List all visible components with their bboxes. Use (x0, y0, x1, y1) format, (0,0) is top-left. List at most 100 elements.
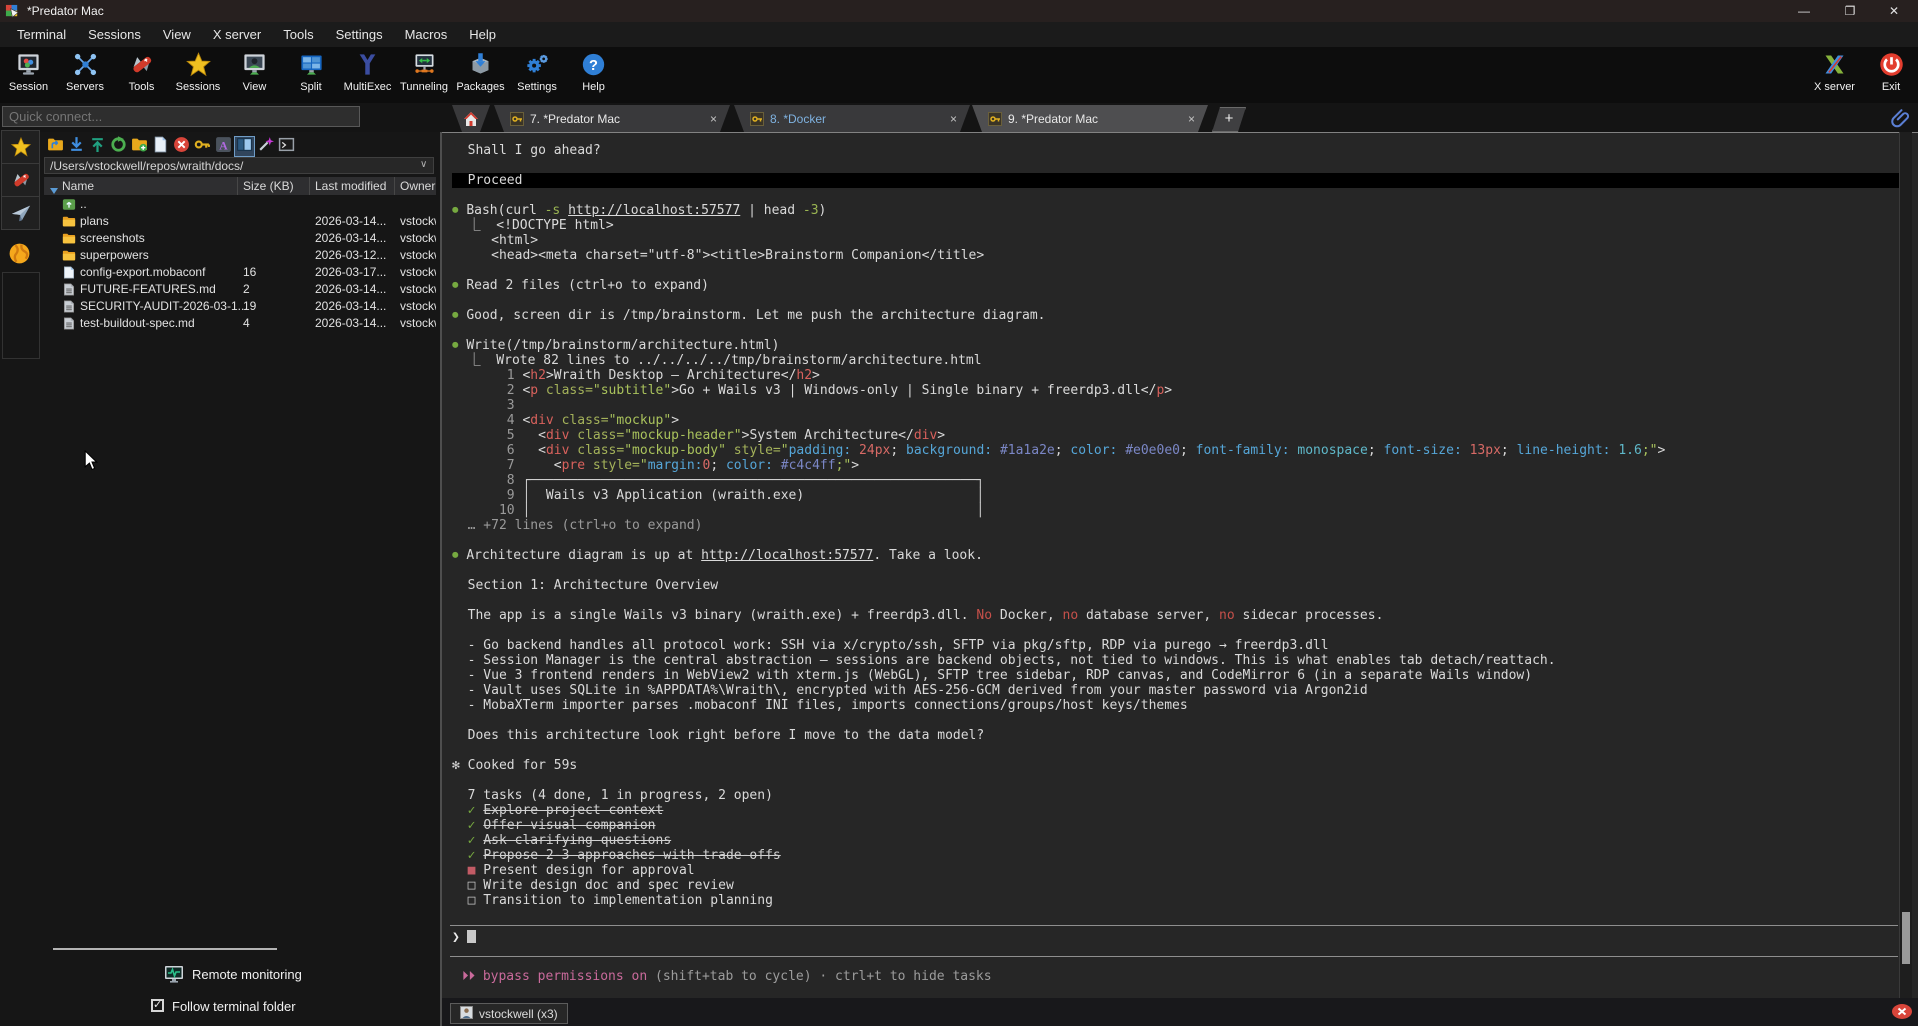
table-row[interactable]: screenshots2026-03-14...vstockw... (44, 230, 436, 247)
toolbar-button-tunneling[interactable]: Tunneling (396, 51, 453, 93)
terminal-text: > (671, 413, 679, 428)
terminal-line: ✓ Explore project context (452, 803, 1902, 818)
column-header-owner[interactable]: Owner (400, 179, 435, 193)
menu-item-macros[interactable]: Macros (394, 27, 459, 42)
table-row[interactable]: .. (44, 196, 436, 213)
terminal-line: <head><meta charset="utf-8"><title>Brain… (452, 248, 1902, 263)
terminal-text: sidecar processes. (1235, 608, 1384, 623)
session-button[interactable]: vstockwell (x3) (450, 1003, 568, 1024)
key-button[interactable] (193, 137, 212, 156)
terminal-text: Write design doc and spec review (475, 878, 733, 893)
toolbar-button-session[interactable]: Session (0, 51, 57, 93)
column-header-last-modified[interactable]: Last modified (315, 179, 386, 193)
sidebar-item-tools[interactable] (1, 163, 40, 197)
quick-connect-input[interactable] (2, 106, 360, 127)
sidebar-item-sessions[interactable] (1, 130, 40, 164)
menu-item-view[interactable]: View (152, 27, 202, 42)
session-tab-8[interactable]: 8. *Docker× (734, 105, 970, 132)
close-session-button[interactable] (1891, 1003, 1913, 1020)
bypass-status: ⏵⏵ bypass permissions on (shift+tab to c… (462, 969, 992, 984)
toolbar-button-packages[interactable]: Packages (452, 51, 509, 93)
wizard-button[interactable] (256, 137, 275, 156)
home-tab[interactable] (452, 105, 490, 132)
table-row[interactable]: test-buildout-spec.md42026-03-14...vstoc… (44, 315, 436, 332)
sidebar-item-macros[interactable] (1, 196, 40, 230)
globe-icon[interactable] (7, 241, 32, 266)
console-button[interactable] (277, 137, 296, 156)
toolbar-button-x-server[interactable]: X server (1806, 51, 1863, 93)
table-row[interactable]: plans2026-03-14...vstockw... (44, 213, 436, 230)
new-folder-button[interactable] (130, 137, 149, 156)
scrollbar[interactable] (1899, 132, 1912, 998)
toolbar-button-settings[interactable]: Settings (509, 51, 566, 93)
toolbar-button-multiexec[interactable]: MultiExec (339, 51, 396, 93)
attach-icon[interactable] (1890, 107, 1912, 129)
table-row[interactable]: config-export.mobaconf162026-03-17...vst… (44, 264, 436, 281)
toolbar-button-tools[interactable]: Tools (113, 51, 170, 93)
terminal-link[interactable]: http://localhost:57577 (568, 203, 740, 218)
terminal-text: 7 (452, 458, 522, 473)
terminal-line: <html> (452, 233, 1902, 248)
menu-item-help[interactable]: Help (458, 27, 507, 42)
download-button[interactable] (67, 137, 86, 156)
new-tab-button[interactable]: + (1212, 107, 1246, 132)
remote-monitoring-icon[interactable] (164, 964, 184, 984)
toolbar-button-help[interactable]: ?Help (565, 51, 622, 93)
sidebar-panel-placeholder (2, 272, 40, 359)
toolbar-button-servers[interactable]: Servers (57, 51, 114, 93)
file-name: SECURITY-AUDIT-2026-03-1... (80, 299, 248, 313)
scrollbar-thumb[interactable] (1902, 912, 1910, 964)
menu-item-sessions[interactable]: Sessions (77, 27, 152, 42)
toolbar-button-split[interactable]: Split (283, 51, 340, 93)
table-row[interactable]: SECURITY-AUDIT-2026-03-1...192026-03-14.… (44, 298, 436, 315)
terminal-text: "mockup-header" (624, 428, 741, 443)
terminal-text: 5 (452, 428, 522, 443)
terminal-link[interactable]: http://localhost:57577 (701, 548, 873, 563)
terminal-text: - Go backend handles all protocol work: … (452, 638, 1329, 653)
table-row[interactable]: superpowers2026-03-12...vstockw... (44, 247, 436, 264)
table-row[interactable]: FUTURE-FEATURES.md22026-03-14...vstockw.… (44, 281, 436, 298)
session-tab-9[interactable]: 9. *Predator Mac × (972, 105, 1208, 132)
refresh-button[interactable] (109, 137, 128, 156)
menu-item-terminal[interactable]: Terminal (6, 27, 77, 42)
console-icon (278, 136, 295, 158)
terminal-prompt[interactable]: ❯ (452, 930, 476, 945)
terminal-text: Architecture diagram is up at (459, 548, 702, 563)
path-input[interactable]: /Users/vstockwell/repos/wraith/docs/ (44, 157, 434, 174)
terminal-line: Proceed (452, 173, 1902, 188)
chevron-down-icon[interactable]: ∨ (420, 159, 427, 170)
remote-monitoring-label: Remote monitoring (192, 967, 302, 982)
menu-item-settings[interactable]: Settings (325, 27, 394, 42)
terminal-text (992, 443, 1000, 458)
toolbar-button-sessions[interactable]: Sessions (170, 51, 227, 93)
column-header-name[interactable]: Name (62, 179, 94, 193)
font-button[interactable]: A (214, 137, 233, 156)
terminal-text: - MobaXTerm importer parses .mobaconf IN… (452, 698, 1188, 713)
session-tab-7[interactable]: 7. *Predator Mac× (494, 105, 730, 132)
close-button[interactable]: ✕ (1886, 3, 1902, 19)
terminal-text (804, 488, 976, 503)
knife-icon (128, 51, 155, 78)
delete-button[interactable] (172, 137, 191, 156)
tab-close-icon[interactable]: × (1188, 112, 1195, 126)
tab-close-icon[interactable]: × (950, 112, 957, 126)
split-view-button[interactable] (235, 137, 254, 156)
terminal-text: " (781, 443, 789, 458)
terminal[interactable]: Shall I go ahead? Proceed⏺ Bash(curl -s … (442, 132, 1918, 998)
menu-item-tools[interactable]: Tools (272, 27, 324, 42)
terminal-line: ✻ Cooked for 59s (452, 758, 1902, 773)
menu-item-x-server[interactable]: X server (202, 27, 272, 42)
follow-terminal-checkbox[interactable]: ✓ (151, 999, 164, 1012)
maximize-button[interactable]: ❐ (1842, 3, 1858, 19)
toolbar-button-exit[interactable]: Exit (1863, 51, 1918, 93)
upload-button[interactable] (88, 137, 107, 156)
toolbar-button-view[interactable]: View (226, 51, 283, 93)
column-header-size-kb-[interactable]: Size (KB) (243, 179, 294, 193)
terminal-text: h2 (530, 368, 546, 383)
parent-folder-button[interactable] (46, 137, 65, 156)
tab-label: 9. *Predator Mac (1008, 112, 1098, 126)
new-file-button[interactable] (151, 137, 170, 156)
tab-close-icon[interactable]: × (710, 112, 717, 126)
terminal-text: - Session Manager is the central abstrac… (452, 653, 1556, 668)
minimize-button[interactable]: — (1796, 3, 1812, 19)
